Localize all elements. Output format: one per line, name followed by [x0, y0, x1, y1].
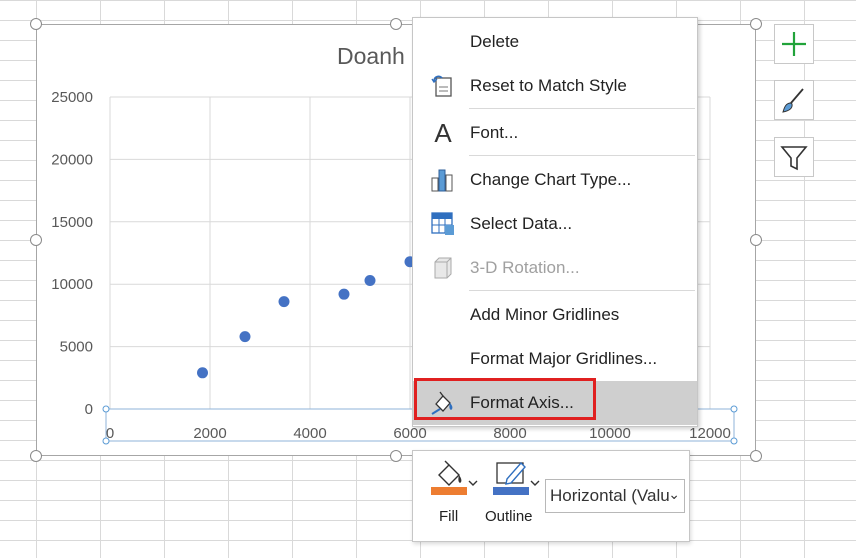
data-point[interactable] — [197, 367, 208, 379]
highlight-box — [414, 378, 596, 420]
resize-handle-top-left[interactable] — [30, 18, 42, 30]
data-points — [197, 256, 416, 379]
chart-type-icon — [429, 166, 457, 194]
y-tick-label: 20000 — [51, 151, 93, 168]
data-point[interactable] — [364, 274, 376, 286]
x-tick-label: 6000 — [393, 425, 426, 442]
x-tick-label: 4000 — [293, 425, 326, 442]
brush-icon — [782, 88, 804, 113]
x-tick-label: 12000 — [689, 425, 731, 442]
fill-bucket-icon — [431, 460, 478, 495]
x-tick-label: 8000 — [493, 425, 526, 442]
menu-item-change-chart-type[interactable]: Change Chart Type... — [413, 158, 697, 202]
resize-handle-top-right[interactable] — [750, 18, 762, 30]
y-axis-labels: 25000 20000 15000 10000 5000 0 — [51, 89, 93, 418]
outline-label: Outline — [485, 508, 533, 525]
axis-selection-handle — [102, 437, 110, 445]
menu-separator — [469, 108, 695, 109]
chevron-down-icon: ⌄ — [668, 486, 680, 502]
axis-selection-handle — [730, 405, 738, 413]
x-tick-label: 2000 — [193, 425, 226, 442]
resize-handle-right[interactable] — [750, 234, 762, 246]
y-tick-label: 5000 — [60, 339, 93, 356]
y-tick-label: 0 — [85, 401, 93, 418]
data-point[interactable] — [338, 288, 350, 300]
chart-elements-button[interactable] — [774, 24, 814, 64]
axis-selection-handle — [730, 437, 738, 445]
y-tick-label: 25000 — [51, 89, 93, 106]
format-mini-toolbar: Fill Outline Horizontal (Valu ⌄ — [412, 450, 690, 542]
resize-handle-bottom-left[interactable] — [30, 450, 42, 462]
menu-item-delete[interactable]: Delete — [413, 20, 697, 64]
context-menu: Delete Reset to Match Style A Font... Ch… — [412, 17, 698, 427]
plus-icon — [782, 32, 806, 56]
menu-item-add-minor-gridlines[interactable]: Add Minor Gridlines — [413, 293, 697, 337]
x-tick-label: 10000 — [589, 425, 631, 442]
resize-handle-top[interactable] — [390, 18, 402, 30]
menu-item-format-major-gridlines[interactable]: Format Major Gridlines... — [413, 337, 697, 381]
fill-label: Fill — [439, 508, 459, 525]
x-axis-labels: 0 2000 4000 6000 8000 10000 12000 — [106, 425, 731, 442]
menu-separator — [469, 155, 695, 156]
menu-item-3d-rotation[interactable]: 3-D Rotation... — [413, 246, 697, 290]
outline-button[interactable] — [491, 459, 543, 497]
menu-item-select-data[interactable]: Select Data... — [413, 202, 697, 246]
fill-button[interactable] — [429, 459, 481, 497]
menu-item-font[interactable]: A Font... — [413, 111, 697, 155]
3d-rotation-icon — [429, 254, 457, 282]
resize-handle-bottom[interactable] — [390, 450, 402, 462]
data-point[interactable] — [239, 331, 251, 343]
select-data-icon — [429, 210, 457, 238]
y-tick-label: 15000 — [51, 214, 93, 231]
outline-pen-icon — [493, 461, 540, 495]
resize-handle-bottom-right[interactable] — [750, 450, 762, 462]
chart-element-select[interactable]: Horizontal (Valu ⌄ — [545, 479, 685, 513]
font-icon: A — [434, 117, 452, 148]
menu-item-reset-to-match-style[interactable]: Reset to Match Style — [413, 64, 697, 108]
resize-handle-left[interactable] — [30, 234, 42, 246]
axis-selection-handle — [102, 405, 110, 413]
chart-filters-button[interactable] — [774, 137, 814, 177]
data-point[interactable] — [278, 296, 290, 308]
reset-style-icon — [429, 72, 457, 100]
menu-separator — [469, 290, 695, 291]
filter-icon — [780, 146, 808, 171]
chart-styles-button[interactable] — [774, 80, 814, 120]
y-tick-label: 10000 — [51, 276, 93, 293]
